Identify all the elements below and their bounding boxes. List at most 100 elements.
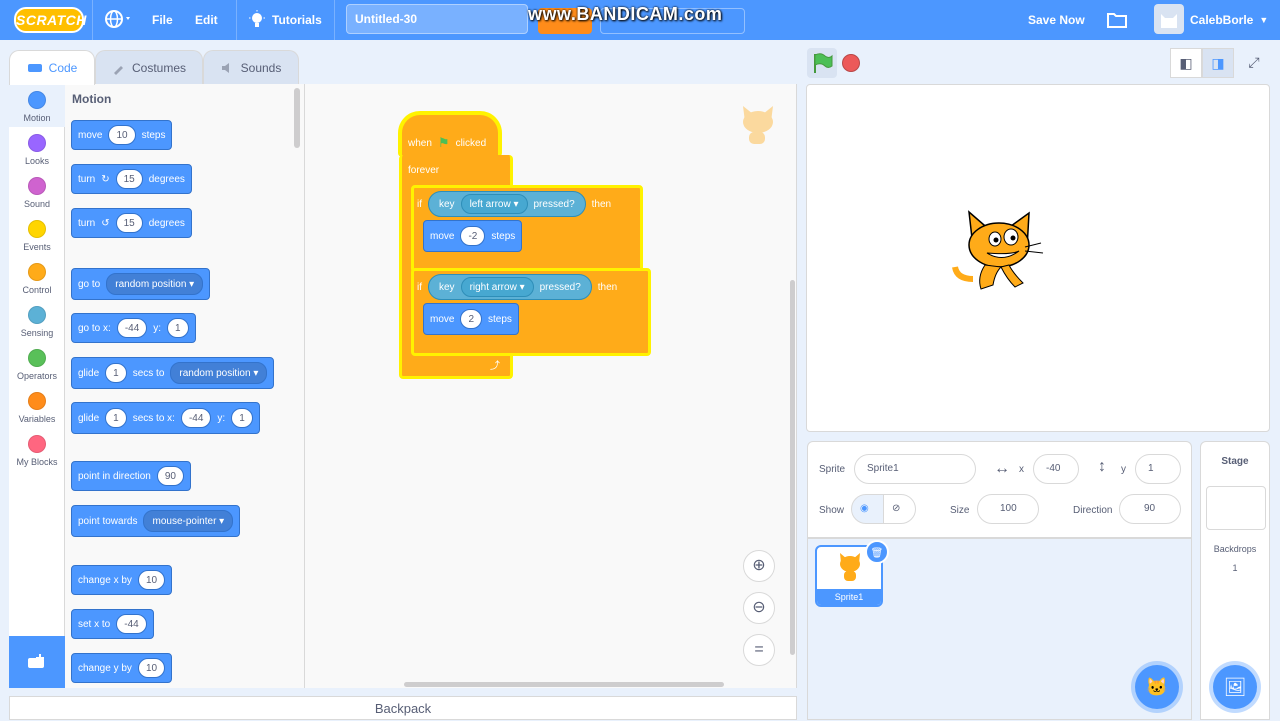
key-dropdown[interactable]: left arrow ▾ xyxy=(460,194,528,214)
block-input[interactable]: 2 xyxy=(460,309,483,329)
block-glide[interactable]: glide 1 secs to random position ▾ xyxy=(71,357,275,389)
block-input[interactable]: -44 xyxy=(116,318,148,338)
zoom-reset-button[interactable]: = xyxy=(743,634,775,666)
category-motion[interactable]: Motion xyxy=(9,84,65,127)
block-input[interactable]: 1 xyxy=(231,408,253,428)
block-set-x[interactable]: set x to -44 xyxy=(71,609,154,639)
block-dropdown[interactable]: random position ▾ xyxy=(106,273,204,295)
menu-divider xyxy=(92,0,93,40)
category-sound[interactable]: Sound xyxy=(9,170,65,213)
choose-backdrop-button[interactable]: 🖼 xyxy=(1213,665,1257,709)
tab-sounds[interactable]: Sounds xyxy=(203,50,299,84)
my-stuff-button[interactable] xyxy=(1106,0,1128,40)
y-input[interactable]: 1 xyxy=(1135,454,1181,484)
direction-input[interactable]: 90 xyxy=(1119,494,1181,524)
block-input[interactable]: 10 xyxy=(137,658,166,678)
zoom-out-button[interactable]: ⊖ xyxy=(743,592,775,624)
when-flag-clicked-block[interactable]: when ⚑ clicked xyxy=(398,111,502,157)
tab-costumes[interactable]: Costumes xyxy=(95,50,203,84)
account-menu[interactable]: CalebBorle ▼ xyxy=(1190,0,1268,40)
block-go-to-xy[interactable]: go to x: -44 y: 1 xyxy=(71,313,196,343)
image-add-icon: 🖼 xyxy=(1223,677,1247,697)
choose-sprite-button[interactable]: 🐱 xyxy=(1135,665,1179,709)
category-operators[interactable]: Operators xyxy=(9,342,65,385)
block-input[interactable]: 1 xyxy=(167,318,189,338)
block-input[interactable]: -44 xyxy=(180,408,212,428)
block-turn-right[interactable]: turn ↻ 15 degrees xyxy=(71,164,192,194)
category-my-blocks[interactable]: My Blocks xyxy=(9,428,65,471)
project-title-input[interactable]: Untitled-30 xyxy=(346,4,528,34)
block-input[interactable]: 90 xyxy=(156,466,184,486)
block-change-x[interactable]: change x by 10 xyxy=(71,565,173,595)
move-plus-block[interactable]: move 2 steps xyxy=(423,303,519,335)
tab-costumes-label: Costumes xyxy=(131,60,187,75)
script-vertical-scrollbar[interactable] xyxy=(790,280,795,655)
script-horizontal-scrollbar[interactable] xyxy=(404,682,724,687)
x-input[interactable]: -40 xyxy=(1033,454,1079,484)
key-pressed-block[interactable]: key left arrow ▾ pressed? xyxy=(428,191,586,217)
file-menu[interactable]: File xyxy=(152,0,173,40)
zoom-in-button[interactable]: ⊕ xyxy=(743,550,775,582)
green-flag-icon: ⚑ xyxy=(437,135,450,150)
tutorials-button[interactable]: Tutorials xyxy=(248,0,322,40)
block-input[interactable]: -2 xyxy=(460,226,486,246)
green-flag-button[interactable] xyxy=(807,48,837,78)
size-input[interactable]: 100 xyxy=(977,494,1039,524)
block-input[interactable]: 15 xyxy=(115,169,143,189)
motion-dot-icon xyxy=(28,91,46,109)
sprite-info-panel: Sprite Sprite1 ↔ x -40 ↕ y 1 Show ◉ ⊘ Si… xyxy=(807,441,1192,538)
block-text: pressed? xyxy=(539,281,581,293)
stop-button[interactable] xyxy=(842,54,860,72)
scratch-logo[interactable]: SCRATCH xyxy=(14,7,86,33)
category-variables[interactable]: Variables xyxy=(9,385,65,428)
category-label: Variables xyxy=(18,414,56,424)
palette-scrollbar[interactable] xyxy=(294,88,300,148)
backpack[interactable]: Backpack xyxy=(9,696,797,720)
stage[interactable] xyxy=(806,84,1270,432)
block-go-to[interactable]: go to random position ▾ xyxy=(71,268,211,300)
key-pressed-block[interactable]: key right arrow ▾ pressed? xyxy=(428,274,592,300)
block-dropdown[interactable]: random position ▾ xyxy=(170,362,268,384)
block-input[interactable]: 1 xyxy=(105,363,127,383)
block-text: turn xyxy=(78,217,96,229)
chevron-down-icon: ▼ xyxy=(1259,15,1269,25)
avatar[interactable] xyxy=(1154,4,1184,34)
cat-sprite[interactable] xyxy=(951,207,1047,307)
variables-dot-icon xyxy=(28,392,46,410)
block-move[interactable]: move 10 steps xyxy=(71,120,173,150)
category-menu: Motion Looks Sound Events Control Sensin… xyxy=(9,84,65,636)
show-visible-button[interactable]: ◉ xyxy=(851,494,884,524)
move-minus-block[interactable]: move -2 steps xyxy=(423,220,523,252)
block-change-y[interactable]: change y by 10 xyxy=(71,653,173,683)
category-sensing[interactable]: Sensing xyxy=(9,299,65,342)
category-events[interactable]: Events xyxy=(9,213,65,256)
language-menu[interactable] xyxy=(104,0,138,40)
block-dropdown[interactable]: mouse-pointer ▾ xyxy=(143,510,234,532)
block-point-in-direction[interactable]: point in direction 90 xyxy=(71,461,191,491)
block-input[interactable]: -44 xyxy=(116,614,147,634)
block-text: y: xyxy=(153,322,162,334)
block-input[interactable]: 15 xyxy=(115,213,143,233)
block-input[interactable]: 1 xyxy=(105,408,127,428)
category-looks[interactable]: Looks xyxy=(9,127,65,170)
category-label: Events xyxy=(23,242,51,252)
block-input[interactable]: 10 xyxy=(108,125,136,145)
sprite-name-input[interactable]: Sprite1 xyxy=(854,454,976,484)
block-text: degrees xyxy=(148,217,185,229)
add-extension-button[interactable] xyxy=(9,636,65,688)
small-stage-button[interactable]: ◧ xyxy=(1170,48,1202,78)
category-control[interactable]: Control xyxy=(9,256,65,299)
edit-menu[interactable]: Edit xyxy=(195,0,218,40)
key-dropdown[interactable]: right arrow ▾ xyxy=(460,277,534,297)
block-point-towards[interactable]: point towards mouse-pointer ▾ xyxy=(71,505,241,537)
tab-code[interactable]: Code xyxy=(9,50,95,85)
show-hidden-button[interactable]: ⊘ xyxy=(883,494,916,524)
block-glide-xy[interactable]: glide 1 secs to x: -44 y: 1 xyxy=(71,402,260,434)
script-area[interactable]: when ⚑ clicked forever ⤴ if key left arr… xyxy=(305,84,797,688)
block-turn-left[interactable]: turn ↺ 15 degrees xyxy=(71,208,192,238)
large-stage-button[interactable]: ◨ xyxy=(1202,48,1234,78)
delete-sprite-button[interactable]: 🗑 xyxy=(865,540,889,564)
block-input[interactable]: 10 xyxy=(137,570,166,590)
save-now-button[interactable]: Save Now xyxy=(1028,0,1085,40)
fullscreen-button[interactable]: ⤢ xyxy=(1238,48,1270,78)
